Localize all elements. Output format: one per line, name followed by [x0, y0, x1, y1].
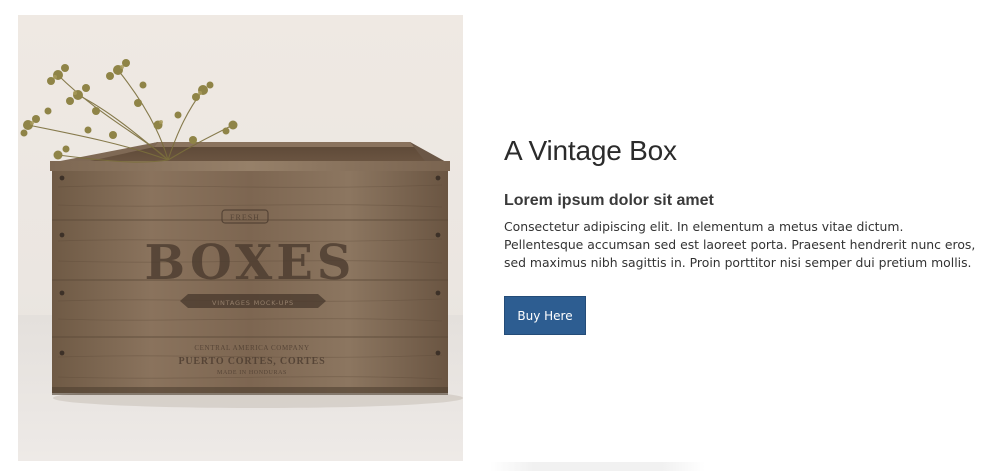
- product-subtitle: Lorem ipsum dolor sit amet: [504, 192, 714, 209]
- crate-badge-text: FRESH: [230, 213, 260, 222]
- crate-line-2: PUERTO CORTES, CORTES: [179, 356, 326, 367]
- product-details: A Vintage Box Lorem ipsum dolor sit amet…: [504, 134, 984, 335]
- product-description: Consectetur adipiscing elit. In elementu…: [504, 219, 976, 271]
- product-title: A Vintage Box: [504, 135, 677, 166]
- product-image: FRESH BOXES VINTAGES MOCK-UPS CENTRAL AM…: [18, 15, 463, 461]
- crate-ribbon-text: VINTAGES MOCK-UPS: [212, 299, 294, 307]
- crate-line-3: MADE IN HONDURAS: [217, 370, 287, 376]
- buy-button[interactable]: Buy Here: [504, 295, 586, 335]
- crate-main-word: BOXES: [145, 235, 356, 291]
- bottom-divider: [490, 462, 705, 471]
- crate-line-1: CENTRAL AMERICA COMPANY: [194, 344, 309, 352]
